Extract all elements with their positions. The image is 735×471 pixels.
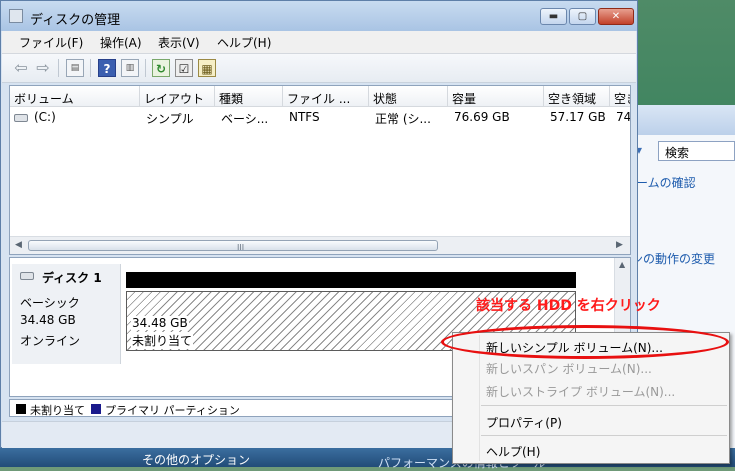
menu-help[interactable]: ヘルプ(H) bbox=[217, 34, 271, 51]
menu-view[interactable]: 表示(V) bbox=[158, 34, 200, 51]
highlight-ellipse bbox=[441, 325, 729, 359]
row-free-percent: 74 bbox=[616, 110, 631, 124]
row-capacity: 76.69 GB bbox=[454, 110, 510, 124]
horizontal-scrollbar[interactable]: ◀ III ▶ bbox=[10, 236, 630, 254]
column-volume[interactable]: ボリューム bbox=[10, 86, 140, 107]
disk-size: 34.48 GB bbox=[20, 313, 76, 327]
column-free-space[interactable]: 空き領域 bbox=[544, 86, 610, 107]
list-view-icon[interactable]: ▤ bbox=[66, 59, 84, 77]
context-menu-separator bbox=[481, 405, 727, 406]
annotation-text: 該当する HDD を右クリック bbox=[476, 298, 661, 314]
menu-bar: ファイル(F) 操作(A) 表示(V) ヘルプ(H) bbox=[2, 31, 636, 54]
scroll-up-icon[interactable]: ▲ bbox=[619, 260, 625, 269]
panel-icon[interactable]: ▥ bbox=[121, 59, 139, 77]
disk-type: ベーシック bbox=[20, 296, 80, 310]
background-link-2[interactable]: ンの動作の変更 bbox=[631, 250, 715, 267]
unallocated-header-bar bbox=[126, 272, 576, 288]
toolbar: ⇦ ⇨ ▤ ? ▥ ↻ ☑ ▦ bbox=[2, 54, 636, 83]
disk-info-panel[interactable]: ディスク 1 ベーシック 34.48 GB オンライン bbox=[12, 264, 121, 364]
legend-label-primary: プライマリ パーティション bbox=[105, 404, 240, 417]
legend-swatch-unallocated bbox=[16, 404, 26, 414]
menu-properties[interactable]: プロパティ(P) bbox=[486, 414, 562, 431]
volume-list[interactable]: ボリューム レイアウト 種類 ファイル ... 状態 容量 空き領域 空き (C… bbox=[9, 85, 631, 255]
forward-icon[interactable]: ⇨ bbox=[34, 59, 52, 77]
disk-management-app-icon bbox=[9, 9, 23, 23]
disk-name: ディスク 1 bbox=[42, 271, 102, 285]
toolbar-separator bbox=[145, 59, 146, 77]
context-menu-gutter bbox=[479, 335, 480, 461]
background-link-1[interactable]: ームの確認 bbox=[636, 174, 696, 191]
region-label: 未割り当て bbox=[131, 332, 194, 349]
region-size: 34.48 GB bbox=[131, 316, 189, 330]
column-capacity[interactable]: 容量 bbox=[448, 86, 544, 107]
row-layout: シンプル bbox=[146, 112, 194, 126]
background-other-options[interactable]: その他のオプション bbox=[142, 451, 250, 468]
scroll-left-icon[interactable]: ◀ bbox=[15, 240, 22, 250]
scroll-right-icon[interactable]: ▶ bbox=[616, 240, 623, 250]
close-button[interactable]: ✕ bbox=[598, 8, 634, 25]
column-layout[interactable]: レイアウト bbox=[140, 86, 215, 107]
menu-new-striped-volume[interactable]: 新しいストライプ ボリューム(N)... bbox=[486, 383, 675, 400]
menu-file[interactable]: ファイル(F) bbox=[19, 34, 83, 51]
menu-action[interactable]: 操作(A) bbox=[100, 34, 142, 51]
disk-icon[interactable]: ▦ bbox=[198, 59, 216, 77]
column-type[interactable]: 種類 bbox=[215, 86, 283, 107]
hard-disk-icon bbox=[20, 272, 34, 280]
back-icon[interactable]: ⇦ bbox=[12, 59, 30, 77]
column-filesystem[interactable]: ファイル ... bbox=[283, 86, 369, 107]
drive-icon bbox=[14, 114, 28, 122]
refresh-icon[interactable]: ↻ bbox=[152, 59, 170, 77]
row-status: 正常 (シ... bbox=[375, 112, 431, 126]
legend-swatch-primary bbox=[91, 404, 101, 414]
properties-icon[interactable]: ☑ bbox=[175, 59, 193, 77]
row-free-space: 57.17 GB bbox=[550, 110, 606, 124]
toolbar-separator bbox=[58, 59, 59, 77]
row-filesystem: NTFS bbox=[289, 110, 320, 124]
minimize-button[interactable]: ▬ bbox=[540, 8, 567, 25]
scrollbar-grip: III bbox=[237, 243, 245, 252]
legend-label-unallocated: 未割り当て bbox=[30, 404, 85, 417]
scrollbar-thumb[interactable]: III bbox=[28, 240, 438, 252]
disk-status: オンライン bbox=[20, 334, 81, 348]
row-type: ベーシ... bbox=[221, 112, 269, 126]
title-bar[interactable]: ディスクの管理 ▬ ▢ ✕ bbox=[1, 1, 637, 31]
row-volume: (C:) bbox=[34, 110, 56, 124]
context-menu-separator bbox=[481, 435, 727, 436]
help-icon[interactable]: ? bbox=[98, 59, 116, 77]
window-title: ディスクの管理 bbox=[30, 13, 121, 28]
toolbar-separator bbox=[90, 59, 91, 77]
background-search-input[interactable]: 検索 bbox=[658, 141, 735, 161]
menu-help-item[interactable]: ヘルプ(H) bbox=[486, 443, 540, 460]
menu-new-spanned-volume[interactable]: 新しいスパン ボリューム(N)... bbox=[486, 360, 652, 377]
maximize-button[interactable]: ▢ bbox=[569, 8, 596, 25]
column-status[interactable]: 状態 bbox=[369, 86, 448, 107]
column-free-percent[interactable]: 空き bbox=[610, 86, 630, 107]
